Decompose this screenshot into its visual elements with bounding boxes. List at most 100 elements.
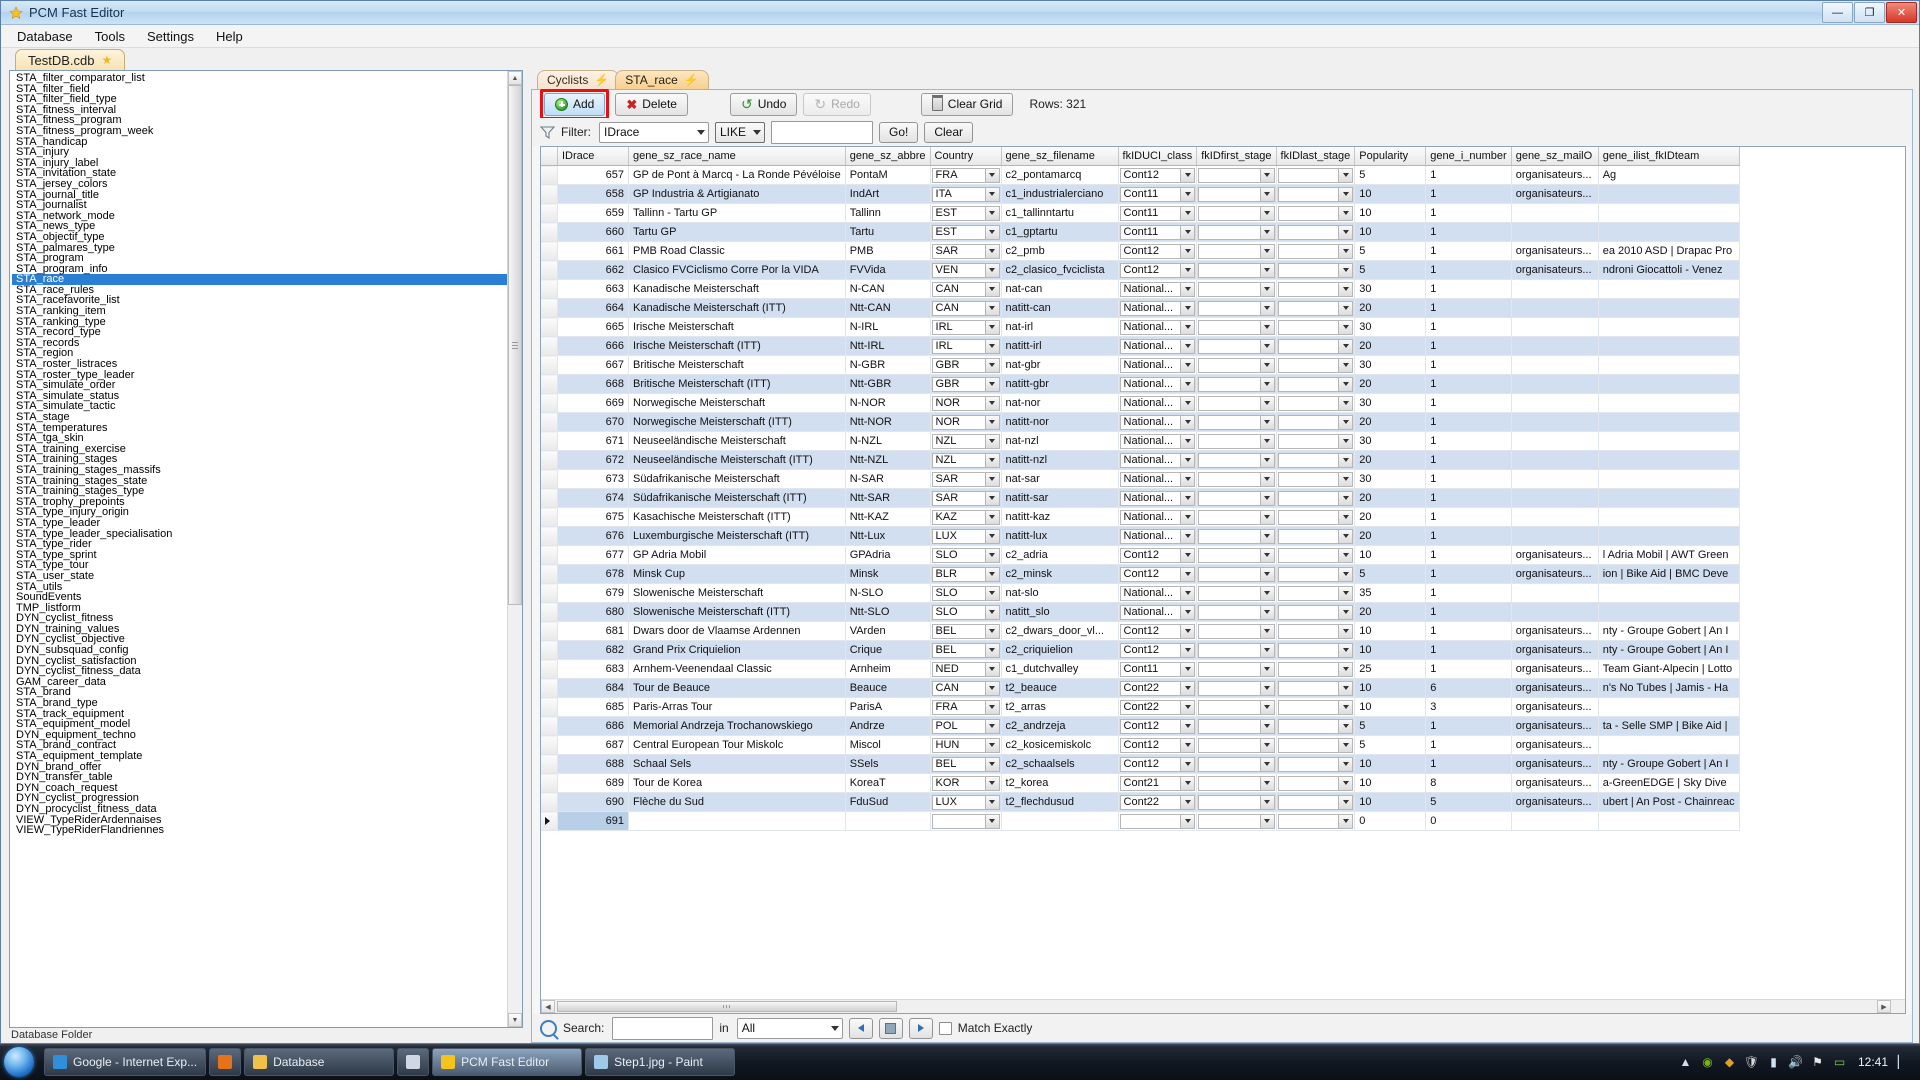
table-list-item[interactable]: STA_simulate_tactic xyxy=(12,401,508,412)
cell-fkIDfirst_stage[interactable] xyxy=(1196,469,1277,489)
chevron-down-icon[interactable] xyxy=(1259,472,1274,486)
table-row[interactable]: 662 Clasico FVCiclismo Corre Por la VIDA F… xyxy=(541,260,1740,280)
chevron-down-icon[interactable] xyxy=(984,453,999,467)
chevron-down-icon[interactable] xyxy=(1259,719,1274,733)
row-selector-cell[interactable] xyxy=(541,355,558,375)
cell-fkIDUCI_class[interactable]: National... xyxy=(1118,298,1198,318)
cell-gene_i_number[interactable]: 1 xyxy=(1425,564,1512,584)
cell-IDrace[interactable]: 689 xyxy=(557,773,629,793)
cell-IDrace[interactable]: 688 xyxy=(557,754,629,774)
cell-gene_i_number[interactable]: 8 xyxy=(1425,773,1512,793)
cell-gene_sz_filename[interactable]: c2_minsk xyxy=(1001,564,1119,584)
cell-fkIDlast_stage[interactable] xyxy=(1276,184,1356,204)
cell-combo-fkIDUCI_class[interactable]: Cont12 xyxy=(1119,243,1196,259)
table-row[interactable]: 674 Südafrikanische Meisterschaft (ITT) Nt… xyxy=(541,488,1740,508)
chevron-down-icon[interactable] xyxy=(1338,662,1353,676)
search-scope-select[interactable]: All xyxy=(736,1017,843,1039)
row-selector-cell[interactable] xyxy=(541,336,558,356)
cell-combo-fkIDfirst_stage[interactable] xyxy=(1198,585,1275,601)
row-selector-cell[interactable] xyxy=(541,488,558,508)
cell-fkIDfirst_stage[interactable] xyxy=(1196,697,1277,717)
cell-gene_i_number[interactable]: 1 xyxy=(1425,412,1512,432)
cell-IDrace[interactable]: 681 xyxy=(557,621,629,641)
chevron-down-icon[interactable] xyxy=(984,491,999,505)
cell-Country[interactable]: KAZ xyxy=(930,507,1002,527)
cell-gene_sz_race_name[interactable]: Südafrikanische Meisterschaft (ITT) xyxy=(628,488,846,508)
cell-gene_sz_race_name[interactable]: Irische Meisterschaft (ITT) xyxy=(628,336,846,356)
cell-combo-Country[interactable]: IRL xyxy=(931,338,1000,354)
cell-fkIDUCI_class[interactable]: Cont22 xyxy=(1118,697,1198,717)
tab-cyclists[interactable]: Cyclists ⚡ xyxy=(537,70,620,89)
chevron-down-icon[interactable] xyxy=(1180,510,1195,524)
cell-gene_sz_filename[interactable]: c2_clasico_fvciclista xyxy=(1001,260,1119,280)
chevron-down-icon[interactable] xyxy=(1180,282,1195,296)
cell-Country[interactable]: IRL xyxy=(930,317,1002,337)
cell-IDrace[interactable]: 673 xyxy=(557,469,629,489)
cell-gene_sz_mailO[interactable] xyxy=(1511,526,1599,546)
row-selector-cell[interactable] xyxy=(541,583,558,603)
cell-fkIDfirst_stage[interactable] xyxy=(1196,336,1277,356)
chevron-down-icon[interactable] xyxy=(1338,168,1353,182)
cell-gene_sz_abbre[interactable]: FVVida xyxy=(845,260,931,280)
cell-fkIDUCI_class[interactable]: Cont11 xyxy=(1118,184,1198,204)
cell-combo-fkIDUCI_class[interactable]: Cont21 xyxy=(1119,775,1196,791)
chevron-down-icon[interactable] xyxy=(984,719,999,733)
table-list-item[interactable]: STA_records xyxy=(12,338,508,349)
chevron-down-icon[interactable] xyxy=(1180,624,1195,638)
cell-combo-Country[interactable]: SAR xyxy=(931,471,1000,487)
cell-combo-fkIDlast_stage[interactable] xyxy=(1277,262,1354,278)
chevron-down-icon[interactable] xyxy=(1338,624,1353,638)
cell-IDrace[interactable]: 665 xyxy=(557,317,629,337)
cell-fkIDlast_stage[interactable] xyxy=(1276,355,1356,375)
maximize-button[interactable]: ❐ xyxy=(1854,2,1885,23)
cell-IDrace[interactable]: 663 xyxy=(557,279,629,299)
cell-gene_sz_race_name[interactable]: Slowenische Meisterschaft xyxy=(628,583,846,603)
cell-combo-fkIDlast_stage[interactable] xyxy=(1277,452,1354,468)
cell-combo-fkIDfirst_stage[interactable] xyxy=(1198,281,1275,297)
cell-gene_ilist_fkIDteam[interactable]: nty - Groupe Gobert | An I xyxy=(1598,754,1740,774)
cell-gene_ilist_fkIDteam[interactable] xyxy=(1598,602,1740,622)
cell-Country[interactable]: SLO xyxy=(930,583,1002,603)
cell-Popularity[interactable]: 35 xyxy=(1354,583,1427,603)
cell-combo-Country[interactable]: BEL xyxy=(931,642,1000,658)
row-selector-cell[interactable] xyxy=(541,545,558,565)
cell-gene_sz_mailO[interactable] xyxy=(1511,203,1599,223)
cell-gene_ilist_fkIDteam[interactable] xyxy=(1598,431,1740,451)
cell-fkIDlast_stage[interactable] xyxy=(1276,526,1356,546)
cell-gene_i_number[interactable]: 1 xyxy=(1425,355,1512,375)
chevron-down-icon[interactable] xyxy=(1259,377,1274,391)
cell-fkIDUCI_class[interactable]: Cont12 xyxy=(1118,754,1198,774)
chevron-down-icon[interactable] xyxy=(1259,795,1274,809)
table-list-item[interactable]: STA_jersey_colors xyxy=(12,179,508,190)
cell-Popularity[interactable]: 10 xyxy=(1354,621,1427,641)
show-desktop-icon[interactable]: ▏ xyxy=(1895,1055,1910,1070)
cell-Country[interactable]: BLR xyxy=(930,564,1002,584)
column-header-gene_sz_abbre[interactable]: gene_sz_abbre xyxy=(845,147,931,166)
cell-combo-fkIDlast_stage[interactable] xyxy=(1277,718,1354,734)
cell-combo-Country[interactable]: SAR xyxy=(931,490,1000,506)
cell-Country[interactable] xyxy=(930,811,1002,831)
cell-gene_sz_abbre[interactable]: Crique xyxy=(845,640,931,660)
cell-combo-Country[interactable]: GBR xyxy=(931,357,1000,373)
cell-combo-fkIDfirst_stage[interactable] xyxy=(1198,718,1275,734)
cell-gene_sz_filename[interactable]: natitt-gbr xyxy=(1001,374,1119,394)
cell-gene_sz_filename[interactable]: c2_kosicemiskolc xyxy=(1001,735,1119,755)
cell-combo-Country[interactable]: FRA xyxy=(931,167,1000,183)
cell-gene_sz_abbre[interactable]: PontaM xyxy=(845,165,931,185)
cell-gene_sz_race_name[interactable]: Südafrikanische Meisterschaft xyxy=(628,469,846,489)
table-list-item[interactable]: STA_program_info xyxy=(12,263,508,275)
cell-fkIDUCI_class[interactable]: Cont12 xyxy=(1118,545,1198,565)
table-row[interactable]: 668 Britische Meisterschaft (ITT) Ntt-GBR G… xyxy=(541,374,1740,394)
chevron-down-icon[interactable] xyxy=(1180,814,1195,828)
chevron-down-icon[interactable] xyxy=(1338,263,1353,277)
cell-gene_sz_mailO[interactable]: organisateurs... xyxy=(1511,165,1599,185)
cell-gene_sz_race_name[interactable]: GP Adria Mobil xyxy=(628,545,846,565)
cell-IDrace[interactable]: 657 xyxy=(557,165,629,185)
cell-combo-fkIDfirst_stage[interactable] xyxy=(1198,395,1275,411)
cell-fkIDUCI_class[interactable]: Cont11 xyxy=(1118,659,1198,679)
chevron-down-icon[interactable] xyxy=(1338,814,1353,828)
chevron-down-icon[interactable] xyxy=(1180,643,1195,657)
filter-field-select[interactable]: IDrace xyxy=(599,121,709,143)
cell-gene_sz_filename[interactable]: c2_adria xyxy=(1001,545,1119,565)
cell-combo-fkIDlast_stage[interactable] xyxy=(1277,661,1354,677)
